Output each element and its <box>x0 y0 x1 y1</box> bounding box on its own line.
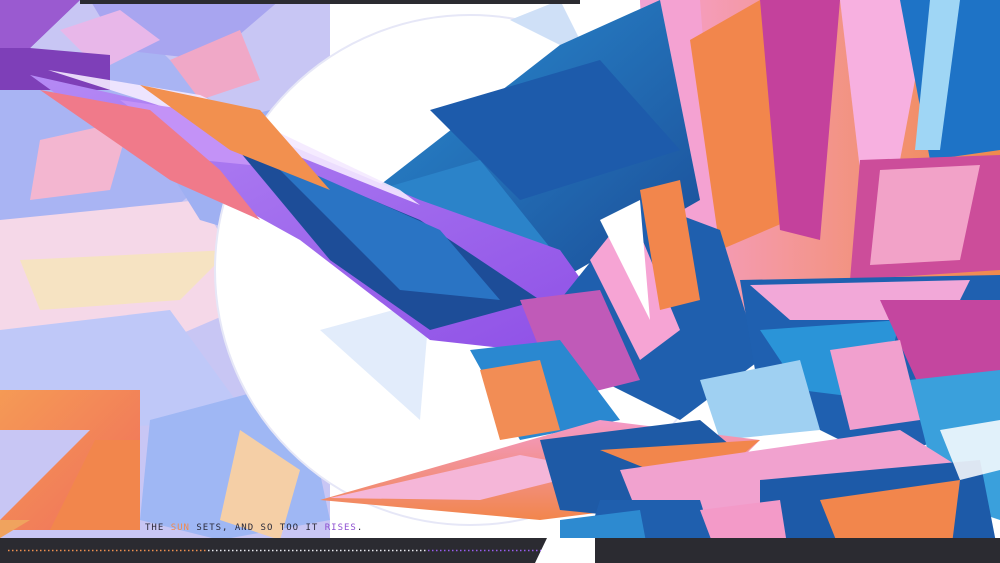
tagline-word-sun: sun <box>170 523 190 533</box>
wallpaper-scene: The sun sets, and so too it rises. <box>0 0 1000 563</box>
abstract-shard-artwork <box>0 0 1000 563</box>
tagline-part3: . <box>356 523 364 533</box>
tagline-part1: The <box>145 523 171 533</box>
tagline-part2: sets, and so too it <box>189 523 325 533</box>
tagline-word-rises: rises <box>324 523 357 533</box>
dotted-progress-line <box>8 549 544 552</box>
bottom-bar <box>0 538 1000 563</box>
tagline: The sun sets, and so too it rises. <box>145 523 363 535</box>
